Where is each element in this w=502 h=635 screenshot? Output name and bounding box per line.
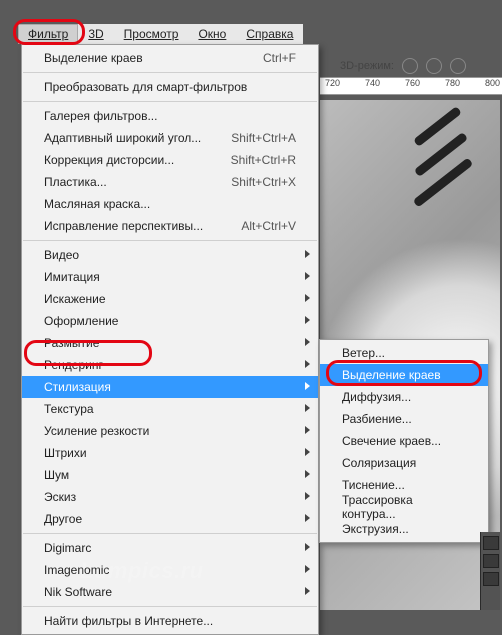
menu-filter[interactable]: Фильтр	[18, 24, 78, 44]
filter-distort[interactable]: Искажение	[22, 288, 318, 310]
watermark: Lumpics.ru	[80, 558, 204, 584]
filter-nik[interactable]: Nik Software	[22, 581, 318, 603]
stylize-solarize[interactable]: Соляризация	[320, 452, 488, 474]
filter-menu: Выделение краевCtrl+F Преобразовать для …	[21, 44, 319, 635]
filter-artistic[interactable]: Имитация	[22, 266, 318, 288]
stylize-wind[interactable]: Ветер...	[320, 342, 488, 364]
pan-icon[interactable]	[426, 58, 442, 74]
panel-thumb[interactable]	[483, 572, 499, 586]
menu-window[interactable]: Окно	[188, 24, 236, 44]
stylize-extrude[interactable]: Экструзия...	[320, 518, 488, 540]
filter-other[interactable]: Другое	[22, 508, 318, 530]
filter-video[interactable]: Видео	[22, 244, 318, 266]
filter-vanish[interactable]: Исправление перспективы...Alt+Ctrl+V	[22, 215, 318, 237]
filter-oilpaint[interactable]: Масляная краска...	[22, 193, 318, 215]
filter-last[interactable]: Выделение краевCtrl+F	[22, 47, 318, 69]
filter-texture[interactable]: Текстура	[22, 398, 318, 420]
horizontal-ruler: 720 740 760 780 800	[320, 77, 502, 95]
stylize-glow-edges[interactable]: Свечение краев...	[320, 430, 488, 452]
filter-gallery[interactable]: Галерея фильтров...	[22, 105, 318, 127]
menu-help[interactable]: Справка	[236, 24, 303, 44]
move-icon[interactable]	[450, 58, 466, 74]
stylize-diffuse[interactable]: Диффузия...	[320, 386, 488, 408]
orbit-icon[interactable]	[402, 58, 418, 74]
filter-sketch[interactable]: Эскиз	[22, 486, 318, 508]
filter-pixelate[interactable]: Оформление	[22, 310, 318, 332]
options-bar: 3D-режим:	[340, 55, 466, 77]
mode3d-label: 3D-режим:	[340, 60, 394, 72]
filter-stylize[interactable]: Стилизация	[22, 376, 318, 398]
filter-strokes[interactable]: Штрихи	[22, 442, 318, 464]
filter-browse[interactable]: Найти фильтры в Интернете...	[22, 610, 318, 632]
panels-dock	[480, 532, 500, 610]
filter-blur[interactable]: Размытие	[22, 332, 318, 354]
stylize-submenu: Ветер... Выделение краев Диффузия... Раз…	[319, 339, 489, 543]
filter-noise[interactable]: Шум	[22, 464, 318, 486]
filter-convert-smart[interactable]: Преобразовать для смарт-фильтров	[22, 76, 318, 98]
filter-wideangle[interactable]: Адаптивный широкий угол...Shift+Ctrl+A	[22, 127, 318, 149]
menu-3d[interactable]: 3D	[78, 24, 113, 44]
stylize-trace[interactable]: Трассировка контура...	[320, 496, 488, 518]
panel-thumb[interactable]	[483, 554, 499, 568]
stylize-tiles[interactable]: Разбиение...	[320, 408, 488, 430]
menu-bar: Фильтр 3D Просмотр Окно Справка	[18, 24, 303, 44]
filter-sharpen[interactable]: Усиление резкости	[22, 420, 318, 442]
filter-render[interactable]: Рендеринг	[22, 354, 318, 376]
stylize-find-edges[interactable]: Выделение краев	[320, 364, 488, 386]
filter-liquify[interactable]: Пластика...Shift+Ctrl+X	[22, 171, 318, 193]
panel-thumb[interactable]	[483, 536, 499, 550]
filter-digimarc[interactable]: Digimarc	[22, 537, 318, 559]
filter-lenscorr[interactable]: Коррекция дисторсии...Shift+Ctrl+R	[22, 149, 318, 171]
menu-view[interactable]: Просмотр	[114, 24, 189, 44]
